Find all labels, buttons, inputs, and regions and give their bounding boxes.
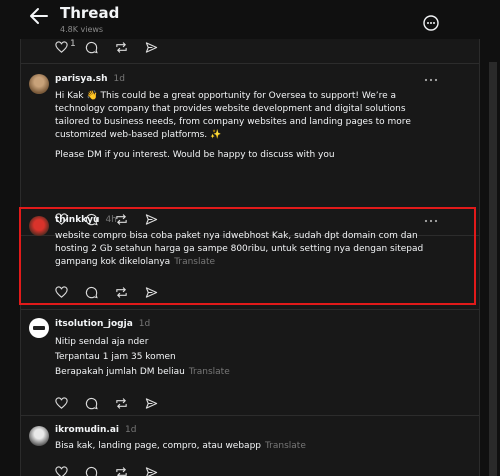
reply-button[interactable] bbox=[85, 395, 115, 410]
post-paragraph: Hi Kak 👋 This could be a great opportuni… bbox=[55, 91, 411, 140]
repost-button[interactable] bbox=[115, 395, 145, 409]
post-paragraph: Berapakah jumlah DM beliau bbox=[55, 367, 185, 377]
reply-post: ikromudin.ai 1d Bisa kak, landing page, c… bbox=[21, 416, 479, 476]
comment-icon bbox=[85, 397, 98, 410]
reply-button[interactable] bbox=[85, 464, 115, 476]
more-icon[interactable] bbox=[424, 77, 438, 83]
repost-button[interactable] bbox=[115, 464, 145, 476]
like-button[interactable]: 1 bbox=[55, 39, 85, 53]
repost-icon bbox=[116, 398, 127, 409]
post-paragraph: Nitip sendal aja nder bbox=[55, 337, 149, 347]
translate-link[interactable]: Translate bbox=[189, 367, 230, 377]
post-actions bbox=[55, 464, 175, 476]
post-username[interactable]: ikromudin.ai 1d bbox=[55, 425, 136, 435]
scrollbar[interactable] bbox=[489, 62, 497, 476]
post-paragraph: Bisa kak, landing page, compro, atau web… bbox=[55, 441, 261, 451]
repost-button[interactable] bbox=[115, 39, 145, 53]
post-actions bbox=[55, 395, 175, 410]
like-button[interactable] bbox=[55, 395, 85, 409]
post-time: 1d bbox=[138, 319, 151, 329]
repost-icon bbox=[116, 467, 127, 476]
post-actions: 1 bbox=[55, 39, 175, 54]
heart-icon bbox=[55, 41, 68, 53]
logo-icon bbox=[33, 326, 45, 330]
heart-icon bbox=[55, 397, 68, 409]
share-button[interactable] bbox=[145, 464, 175, 476]
reply-button[interactable] bbox=[85, 39, 115, 54]
share-button[interactable] bbox=[145, 395, 175, 409]
avatar[interactable] bbox=[29, 318, 49, 338]
avatar[interactable] bbox=[29, 74, 49, 94]
post-username[interactable]: itsolution_jogja 1d bbox=[55, 319, 150, 329]
avatar[interactable] bbox=[29, 426, 49, 446]
share-button[interactable] bbox=[145, 39, 175, 53]
repost-icon bbox=[116, 42, 127, 53]
post-paragraph: Please DM if you interest. Would be happ… bbox=[55, 150, 335, 160]
translate-link[interactable]: Translate bbox=[265, 441, 306, 451]
send-icon bbox=[145, 42, 158, 53]
highlight-box bbox=[19, 207, 476, 305]
post-text: Hi Kak 👋 This could be a great opportuni… bbox=[55, 90, 440, 162]
comment-icon bbox=[85, 41, 98, 54]
post-username[interactable]: parisya.sh 1d bbox=[55, 74, 125, 84]
post-time: 1d bbox=[125, 425, 137, 435]
send-icon bbox=[145, 467, 158, 476]
send-icon bbox=[145, 398, 158, 409]
like-count: 1 bbox=[70, 39, 76, 49]
post-text: Nitip sendal aja nder Terpantau 1 jam 35… bbox=[55, 335, 440, 380]
more-options-icon[interactable] bbox=[421, 13, 441, 33]
post-previous: 1 bbox=[21, 39, 479, 64]
view-count: 4.8K views bbox=[60, 25, 104, 34]
post-time: 1d bbox=[113, 74, 125, 84]
heart-icon bbox=[55, 466, 68, 476]
post-paragraph: Terpantau 1 jam 35 komen bbox=[55, 352, 176, 362]
reply-post: itsolution_jogja 1d Nitip sendal aja nder… bbox=[21, 310, 479, 416]
comment-icon bbox=[85, 466, 98, 476]
like-button[interactable] bbox=[55, 464, 85, 476]
back-arrow-icon[interactable] bbox=[28, 5, 50, 27]
top-bar: Thread 4.8K views bbox=[0, 0, 500, 40]
post-text: Bisa kak, landing page, compro, atau web… bbox=[55, 440, 440, 453]
page-title: Thread bbox=[60, 4, 120, 22]
